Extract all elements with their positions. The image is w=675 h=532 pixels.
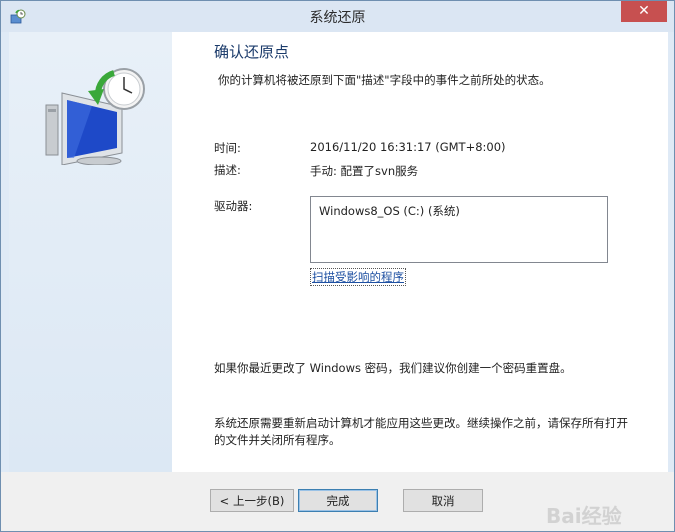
watermark: Bai经验 — [546, 501, 666, 529]
drives-list[interactable]: Windows8_OS (C:) (系统) — [310, 196, 608, 263]
intro-text: 你的计算机将被还原到下面"描述"字段中的事件之前所处的状态。 — [218, 73, 551, 87]
drives-label: 驱动器: — [214, 199, 253, 213]
finish-button[interactable]: 完成 — [298, 489, 378, 512]
time-value: 2016/11/20 16:31:17 (GMT+8:00) — [310, 140, 506, 154]
computer-clock-restore-icon — [45, 68, 145, 165]
description-label: 描述: — [214, 163, 241, 177]
title-bar: 系统还原 ✕ — [1, 1, 674, 32]
page-title: 确认还原点 — [214, 43, 290, 61]
list-item[interactable]: Windows8_OS (C:) (系统) — [319, 203, 460, 219]
main-content: 确认还原点 你的计算机将被还原到下面"描述"字段中的事件之前所处的状态。 时间:… — [172, 32, 668, 472]
system-restore-window: 系统还原 ✕ 确认还原点 你的计算机将被还原到下面"描述"字段中的事件之前所处的… — [0, 0, 675, 532]
back-button[interactable]: < 上一步(B) — [210, 489, 294, 512]
password-note: 如果你最近更改了 Windows 密码，我们建议你创建一个密码重置盘。 — [214, 361, 572, 375]
window-title: 系统还原 — [309, 10, 366, 26]
close-icon: ✕ — [638, 3, 650, 19]
time-label: 时间: — [214, 141, 241, 155]
scan-affected-programs-link[interactable]: 扫描受影响的程序 — [310, 268, 406, 286]
watermark-text: Bai经验 — [546, 504, 622, 528]
close-button[interactable]: ✕ — [621, 1, 667, 22]
description-value: 手动: 配置了svn服务 — [310, 164, 419, 178]
restart-note: 系统还原需要重新启动计算机才能应用这些更改。继续操作之前，请保存所有打开的文件并… — [214, 416, 628, 447]
left-panel — [9, 32, 172, 472]
cancel-button[interactable]: 取消 — [403, 489, 483, 512]
